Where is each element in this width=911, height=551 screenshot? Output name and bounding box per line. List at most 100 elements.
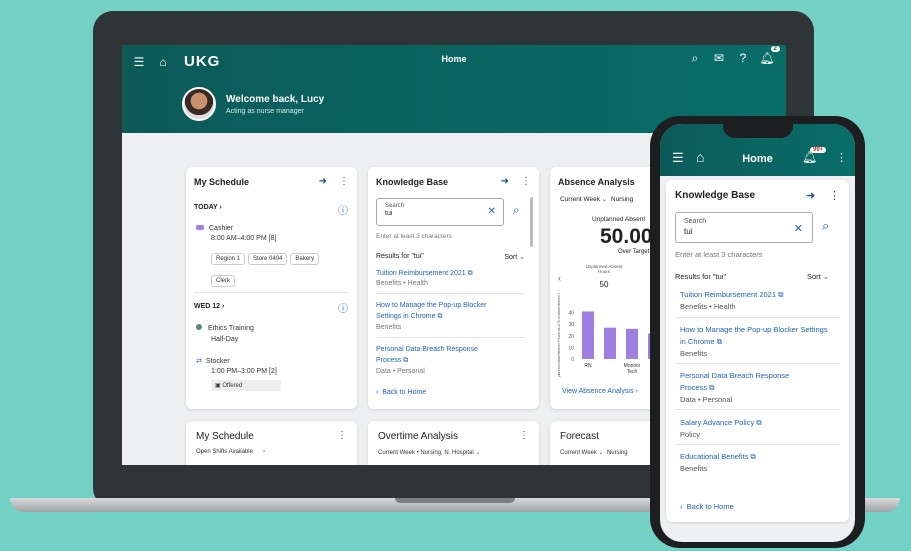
- role-text: Acting as nurse manager: [226, 107, 304, 115]
- divider: [675, 363, 840, 364]
- tag-chip: Store 0404: [248, 253, 288, 265]
- clear-icon[interactable]: ✕: [794, 222, 803, 235]
- card-title: Overtime Analysis: [378, 431, 459, 442]
- chart-bar[interactable]: [626, 328, 638, 359]
- shift-time: 8:00 AM–4:00 PM [8]: [211, 235, 277, 242]
- laptop-notch: [395, 498, 515, 503]
- today-label[interactable]: TODAY ›: [194, 204, 222, 211]
- search-hint: Enter at least 3 characters: [376, 233, 452, 240]
- welcome-text: Welcome back, Lucy: [226, 93, 325, 105]
- help-icon[interactable]: ?: [736, 51, 750, 65]
- phone-notch: [723, 124, 793, 138]
- bell-icon[interactable]: 🔔︎ 2: [759, 46, 780, 65]
- divider: [675, 317, 840, 318]
- result-title[interactable]: Personal Data Breach Response Process ⧉: [376, 344, 501, 366]
- result-item[interactable]: Personal Data Breach Response Process ⧉ …: [680, 370, 810, 404]
- search-icon[interactable]: ⌕: [822, 218, 829, 234]
- y-tick-label: 30: [568, 322, 574, 328]
- results-label: Results for "tui": [376, 253, 424, 260]
- chart-bar[interactable]: [582, 311, 594, 359]
- result-title[interactable]: Tuition Reimbursement 2021 ⧉: [376, 270, 526, 278]
- page-title: Home: [742, 153, 773, 165]
- result-item[interactable]: Personal Data Breach Response Process ⧉ …: [376, 344, 501, 375]
- y-tick-label: 10: [568, 345, 574, 351]
- search-hint: Enter at least 3 characters: [675, 250, 763, 259]
- more-icon[interactable]: ⋮: [337, 430, 347, 441]
- result-item[interactable]: Salary Advance Policy ⧉ Policy: [680, 418, 840, 439]
- more-icon[interactable]: ⋮: [836, 151, 847, 164]
- search-input[interactable]: Search tui ✕: [376, 198, 504, 226]
- result-item[interactable]: Tuition Reimbursement 2021 ⧉ Benefits • …: [376, 270, 526, 287]
- swap-icon: ⇄: [196, 358, 202, 365]
- notification-badge: 2: [770, 46, 780, 52]
- day-label[interactable]: WED 12 ›: [194, 303, 224, 310]
- shift-item[interactable]: Ethics Training Half-Day: [196, 324, 254, 343]
- back-home-link[interactable]: ‹ Back to Home: [376, 389, 426, 396]
- back-home-link[interactable]: ‹ Back to Home: [680, 502, 734, 511]
- metric-value: 50.00: [600, 225, 653, 248]
- overtime-card: Overtime Analysis ⋮ Current Week • Nursi…: [368, 421, 539, 465]
- result-title[interactable]: How to Manage the Pop-up Blocker Setting…: [376, 300, 506, 322]
- result-title[interactable]: Salary Advance Policy ⧉: [680, 418, 840, 428]
- card-title: Absence Analysis: [558, 177, 635, 187]
- chart-bar[interactable]: [604, 327, 616, 359]
- status-badge: ▣ Offered: [211, 380, 281, 391]
- view-analysis-link[interactable]: View Absence Analysis ›: [562, 388, 638, 395]
- more-icon[interactable]: ⋮: [519, 430, 529, 441]
- result-item[interactable]: Tuition Reimbursement 2021 ⧉ Benefits • …: [680, 290, 840, 311]
- forecast-filter[interactable]: Current Week ⌄ Nursing: [560, 449, 628, 456]
- sort-button[interactable]: Sort ⌄: [807, 272, 829, 281]
- more-icon[interactable]: ⋮: [339, 176, 349, 187]
- external-link-icon: ⧉: [776, 290, 784, 299]
- tag-color-icon: [196, 225, 204, 230]
- search-icon[interactable]: ⌕: [513, 203, 520, 218]
- chat-icon[interactable]: ✉: [712, 51, 726, 65]
- info-icon[interactable]: ⓘ: [338, 202, 348, 217]
- result-title[interactable]: How to Manage the Pop-up Blocker Setting…: [680, 324, 830, 348]
- metric-label: Unplanned Absent: [592, 216, 646, 223]
- result-meta: Benefits: [680, 349, 708, 358]
- external-link-icon: ⧉: [435, 313, 443, 320]
- sort-button[interactable]: Sort ⌄: [504, 253, 525, 261]
- result-title[interactable]: Educational Benefits ⧉: [680, 452, 840, 462]
- knowledge-base-card: Knowledge Base ➜ ⋮ Search tui ✕ ⌕ Enter a…: [368, 167, 539, 409]
- card-title: Knowledge Base: [675, 190, 756, 201]
- result-item[interactable]: How to Manage the Pop-up Blocker Setting…: [680, 324, 830, 358]
- external-link-icon: ⧉: [401, 357, 409, 364]
- overtime-filter[interactable]: Current Week • Nursing, N. Hospital ⌄: [378, 449, 480, 456]
- divider: [376, 337, 525, 338]
- open-shifts-label[interactable]: Open Shifts Available ›: [196, 449, 265, 455]
- week-filter[interactable]: Current Week ⌄ Nursing: [560, 195, 633, 203]
- search-icon[interactable]: ⌕: [688, 51, 702, 65]
- shift-name: Ethics Training: [208, 325, 254, 332]
- x-tick-label: Tech: [627, 369, 638, 375]
- result-title[interactable]: Tuition Reimbursement 2021 ⧉: [680, 290, 840, 300]
- result-meta: Data • Personal: [680, 395, 733, 404]
- result-meta: Benefits • Health: [680, 302, 736, 311]
- clear-icon[interactable]: ✕: [488, 206, 496, 217]
- arrow-right-icon[interactable]: ➜: [501, 176, 509, 187]
- search-value: tui: [385, 210, 393, 217]
- more-icon[interactable]: ⋮: [829, 189, 840, 202]
- shift-item[interactable]: Cashier 8:00 AM–4:00 PM [8] Region 1 Stor…: [196, 225, 322, 287]
- result-item[interactable]: Educational Benefits ⧉ Benefits: [680, 452, 840, 473]
- search-input[interactable]: Search tui ✕: [675, 212, 813, 243]
- result-title[interactable]: Personal Data Breach Response Process ⧉: [680, 370, 810, 394]
- info-icon[interactable]: ⓘ: [338, 300, 348, 315]
- shift-item[interactable]: ⇄ Stocker 1:00 PM–3:00 PM [2] ▣ Offered: [196, 357, 281, 391]
- shift-name: Stocker: [205, 358, 230, 365]
- more-icon[interactable]: ⋮: [521, 176, 531, 187]
- chevron-left-icon[interactable]: ‹: [558, 273, 561, 283]
- y-tick-label: 0: [571, 357, 574, 363]
- result-meta: Policy: [680, 430, 701, 439]
- external-link-icon: ⧉: [707, 383, 715, 392]
- divider: [376, 293, 525, 294]
- scrollbar[interactable]: [530, 197, 533, 247]
- result-item[interactable]: How to Manage the Pop-up Blocker Setting…: [376, 300, 506, 331]
- shift-name: Cashier: [209, 225, 234, 232]
- arrow-right-icon[interactable]: ➜: [319, 176, 327, 187]
- result-meta: Benefits: [680, 464, 708, 473]
- tag-chip: Region 1: [211, 253, 246, 265]
- arrow-right-icon[interactable]: ➜: [806, 189, 815, 202]
- phone-knowledge-base-card: Knowledge Base ➜ ⋮ Search tui ✕ ⌕ Enter …: [666, 180, 849, 522]
